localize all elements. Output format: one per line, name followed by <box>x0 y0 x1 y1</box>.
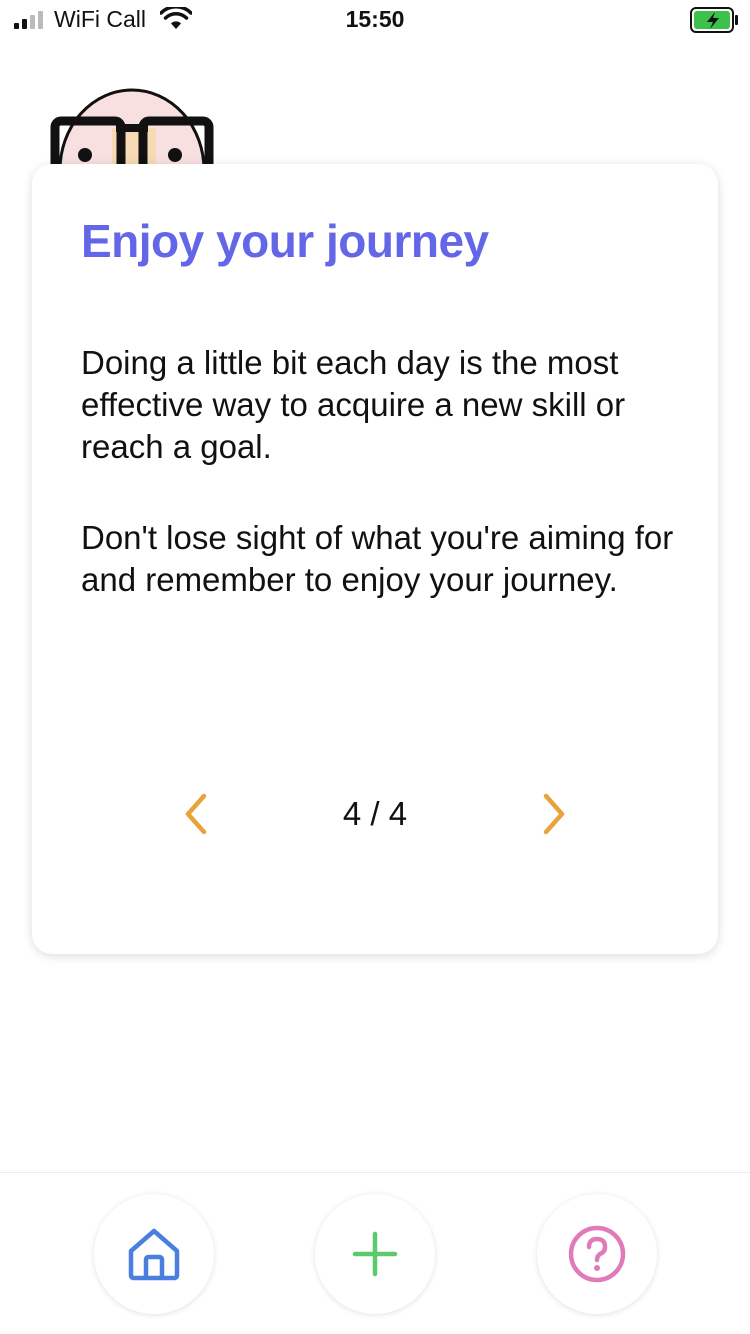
home-icon <box>128 1228 180 1281</box>
add-button[interactable] <box>315 1194 435 1314</box>
help-icon <box>568 1225 626 1283</box>
card-paragraph-2: Don't lose sight of what you're aiming f… <box>81 519 674 598</box>
plus-icon <box>352 1231 398 1277</box>
help-button[interactable] <box>537 1194 657 1314</box>
home-button[interactable] <box>94 1194 214 1314</box>
mascot-image <box>50 88 214 170</box>
bottom-divider <box>0 1172 750 1173</box>
page-indicator: 4 / 4 <box>342 795 408 832</box>
tip-card: Enjoy your journey Doing a little bit ea… <box>32 164 718 954</box>
card-paragraph-1: Doing a little bit each day is the most … <box>81 344 626 465</box>
status-bar: WiFi Call 15:50 <box>0 0 750 40</box>
card-title: Enjoy your journey <box>81 215 489 267</box>
pager: 4 / 4 <box>32 789 718 839</box>
status-time: 15:50 <box>345 6 405 32</box>
next-page-button[interactable] <box>534 789 574 839</box>
chevron-right-icon <box>543 793 565 835</box>
battery-charging-icon <box>690 7 738 33</box>
